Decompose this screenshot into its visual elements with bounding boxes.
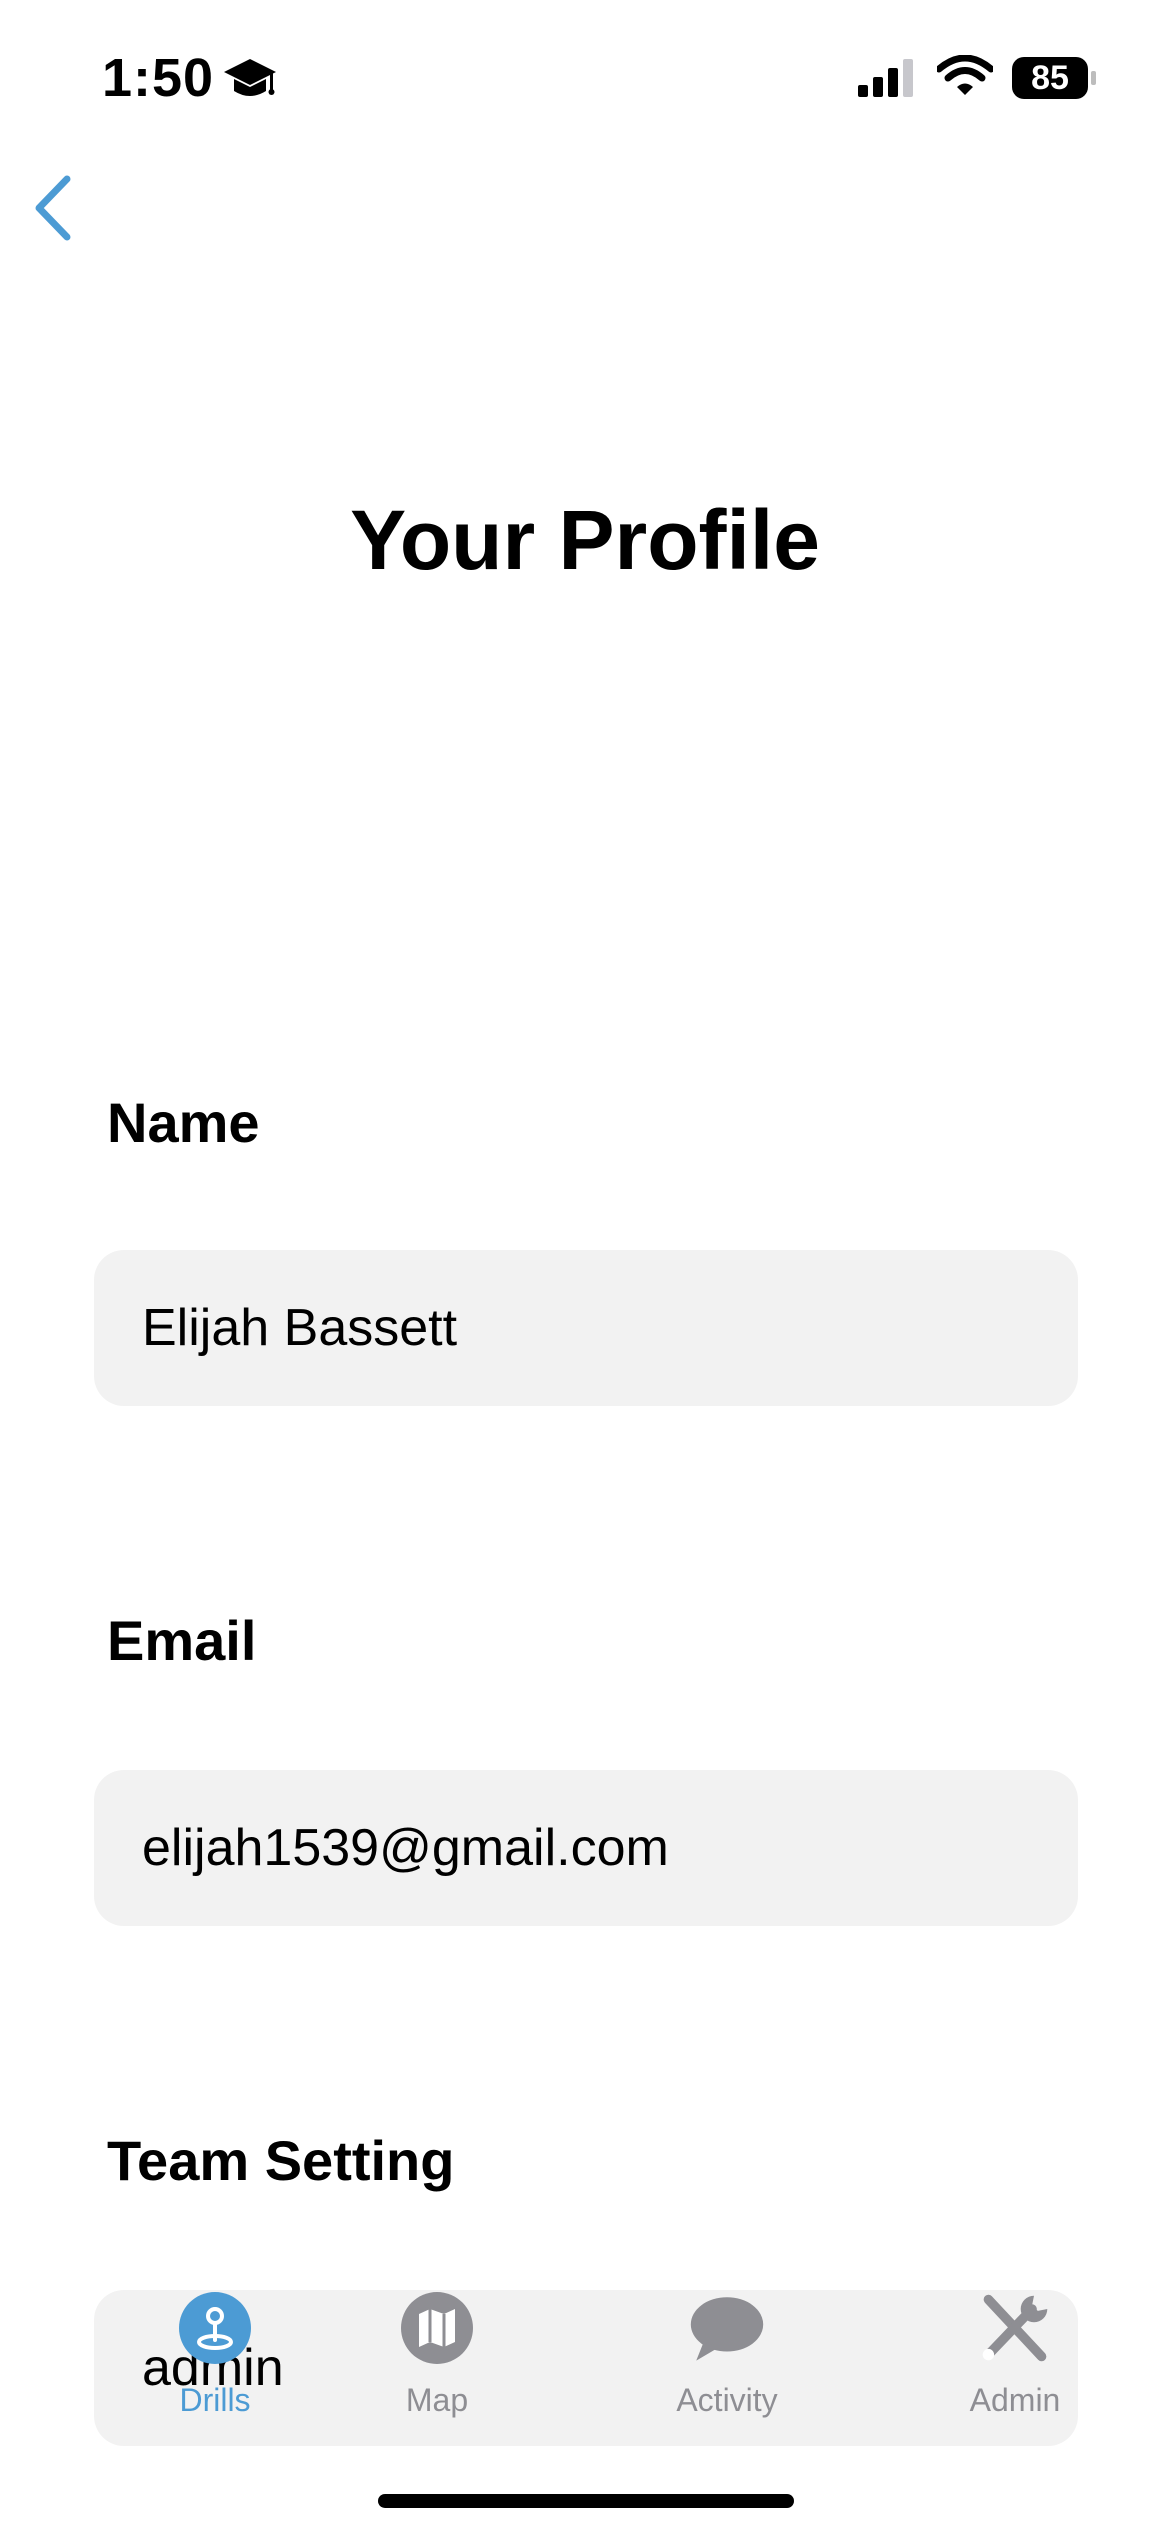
name-field[interactable] [94,1250,1078,1406]
graduation-cap-icon [222,55,278,107]
map-icon [399,2290,475,2366]
status-time: 1:50 [102,48,215,108]
tab-activity[interactable]: Activity [617,2290,837,2440]
tab-bar: Drills Map Activity Admin [0,2290,1170,2440]
chevron-left-icon [35,175,71,241]
back-button[interactable] [18,168,88,248]
cellular-signal-icon [858,57,918,97]
tab-drills[interactable]: Drills [105,2290,325,2440]
chat-bubble-icon [689,2290,765,2366]
battery-level: 85 [1031,59,1069,97]
email-label: Email [107,1609,257,1672]
name-label: Name [107,1091,260,1154]
page-title: Your Profile [350,493,820,587]
tab-activity-label: Activity [676,2382,778,2418]
wifi-icon [935,54,995,97]
email-field[interactable] [94,1770,1078,1926]
team-setting-label: Team Setting [107,2129,455,2192]
home-indicator [378,2494,794,2508]
tab-map-label: Map [405,2382,469,2418]
tab-admin[interactable]: Admin [905,2290,1125,2440]
tab-drills-label: Drills [179,2382,251,2418]
tools-icon [977,2290,1053,2366]
tab-map[interactable]: Map [327,2290,547,2440]
tab-admin-label: Admin [969,2382,1061,2418]
profile-screen: 1:50 85 Your Profile Name Elijah Bassett… [0,0,1170,2532]
battery-icon: 85 [1011,56,1097,100]
pin-icon [177,2290,253,2366]
